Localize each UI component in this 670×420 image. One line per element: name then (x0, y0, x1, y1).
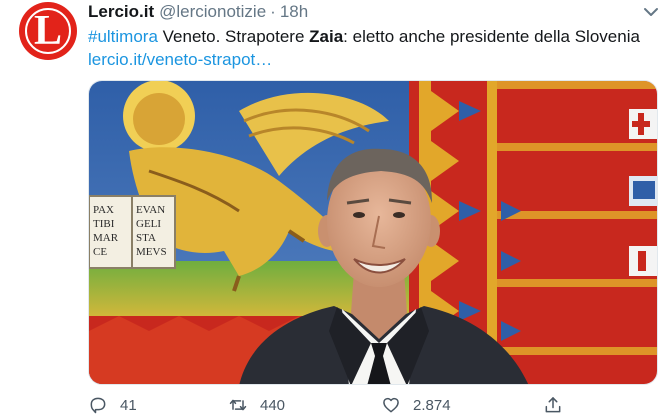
share-icon (545, 397, 561, 413)
heart-icon (383, 397, 399, 413)
reply-count: 41 (120, 396, 137, 414)
photo-illustration: PAX TIBI MAR CE EVAN GELI STA MEVS (89, 81, 657, 384)
account-name[interactable]: Lercio.it (88, 2, 154, 22)
separator-dot: · (270, 2, 276, 21)
article-link[interactable]: lercio.it/veneto-strapot… (88, 48, 272, 71)
chevron-down-icon[interactable] (642, 6, 660, 18)
account-handle[interactable]: @lercionotizie (159, 2, 266, 22)
retweet-count: 440 (260, 396, 286, 414)
retweet-icon (229, 399, 247, 411)
tweet-actions: 41 440 2.874 (88, 395, 658, 419)
book-text-right: GELI (136, 218, 161, 230)
tweet-timestamp[interactable]: 18h (280, 2, 308, 22)
avatar[interactable]: L (19, 2, 77, 60)
book-text-left: PAX (93, 204, 114, 216)
book-text-right: MEVS (136, 246, 167, 258)
reply-button[interactable]: 41 (88, 395, 137, 415)
tweet-text-part: : eletto anche presidente della Slovenia (343, 27, 640, 46)
tweet-header: Lercio.it @lercionotizie · 18h (88, 2, 308, 24)
book-text-left: TIBI (93, 218, 115, 230)
avatar-logo-letter: L (33, 8, 62, 54)
like-button[interactable]: 2.874 (381, 395, 451, 415)
tweet[interactable]: L Lercio.it @lercionotizie · 18h #ultimo… (0, 0, 670, 420)
like-count: 2.874 (413, 396, 451, 414)
book-text-right: EVAN (136, 204, 165, 216)
hashtag-link[interactable]: #ultimora (88, 27, 158, 46)
book-text-left: CE (93, 246, 107, 258)
retweet-button[interactable]: 440 (228, 395, 285, 415)
tweet-text-bold: Zaia (309, 27, 344, 46)
share-button[interactable] (543, 395, 563, 415)
tweet-text-part: Veneto. Strapotere (157, 27, 310, 46)
book-text-right: STA (136, 232, 156, 244)
tweet-text: #ultimora Veneto. Strapotere Zaia: elett… (88, 25, 658, 48)
reply-icon (90, 397, 106, 414)
media-photo[interactable]: PAX TIBI MAR CE EVAN GELI STA MEVS (88, 80, 658, 385)
book-text-left: MAR (93, 232, 119, 244)
